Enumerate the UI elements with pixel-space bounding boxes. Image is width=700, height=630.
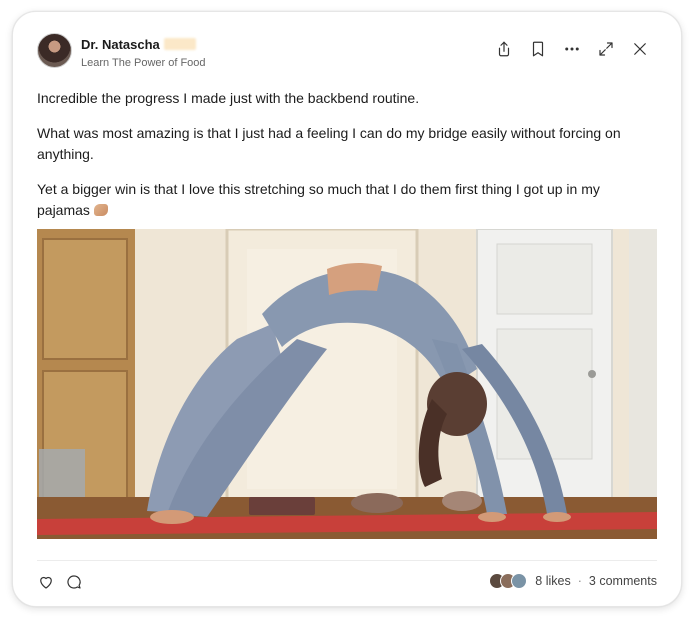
share-button[interactable] <box>487 35 521 63</box>
reaction-actions <box>37 573 83 596</box>
header-actions <box>487 35 657 63</box>
author-name-text[interactable]: Dr. Natascha <box>81 37 160 52</box>
like-button[interactable] <box>37 573 55 596</box>
comment-button[interactable] <box>65 573 83 596</box>
post-footer: 8 likes · 3 comments <box>37 569 657 599</box>
expand-button[interactable] <box>589 35 623 63</box>
post-paragraph-2: What was most amazing is that I just had… <box>37 125 621 162</box>
avatar <box>511 573 528 589</box>
heart-icon <box>40 576 52 589</box>
bookmark-button[interactable] <box>521 35 555 63</box>
author-name[interactable]: Dr. Natascha <box>81 37 196 52</box>
bookmark-icon <box>532 41 544 57</box>
more-options-icon <box>565 47 579 51</box>
close-button[interactable] <box>623 35 657 63</box>
post-paragraph-3-text: Yet a bigger win is that I love this str… <box>37 181 600 218</box>
separator-dot: · <box>577 574 582 588</box>
post-photo[interactable] <box>37 229 657 539</box>
close-icon <box>634 43 646 55</box>
post-header: Dr. Natascha Learn The Power of Food <box>37 33 657 73</box>
footer-divider <box>37 560 657 561</box>
likes-count[interactable]: 8 likes <box>535 574 570 588</box>
author-avatar[interactable] <box>37 33 72 68</box>
comments-count[interactable]: 3 comments <box>589 574 657 588</box>
backbend-photo-illustration <box>37 229 657 539</box>
post-card: Dr. Natascha Learn The Power of Food Inc… <box>12 11 682 607</box>
more-options-button[interactable] <box>555 35 589 63</box>
post-paragraph-3: Yet a bigger win is that I love this str… <box>37 179 647 221</box>
post-body: Incredible the progress I made just with… <box>37 88 647 235</box>
community-name[interactable]: Learn The Power of Food <box>81 57 206 69</box>
post-paragraph-1: Incredible the progress I made just with… <box>37 90 420 106</box>
liker-avatars[interactable] <box>489 573 528 589</box>
comment-icon <box>67 575 81 589</box>
flexed-biceps-emoji-icon <box>93 204 108 216</box>
engagement-summary: 8 likes · 3 comments <box>489 573 657 589</box>
redacted-surname <box>163 38 196 50</box>
share-icon <box>498 41 510 57</box>
expand-icon <box>599 42 613 56</box>
